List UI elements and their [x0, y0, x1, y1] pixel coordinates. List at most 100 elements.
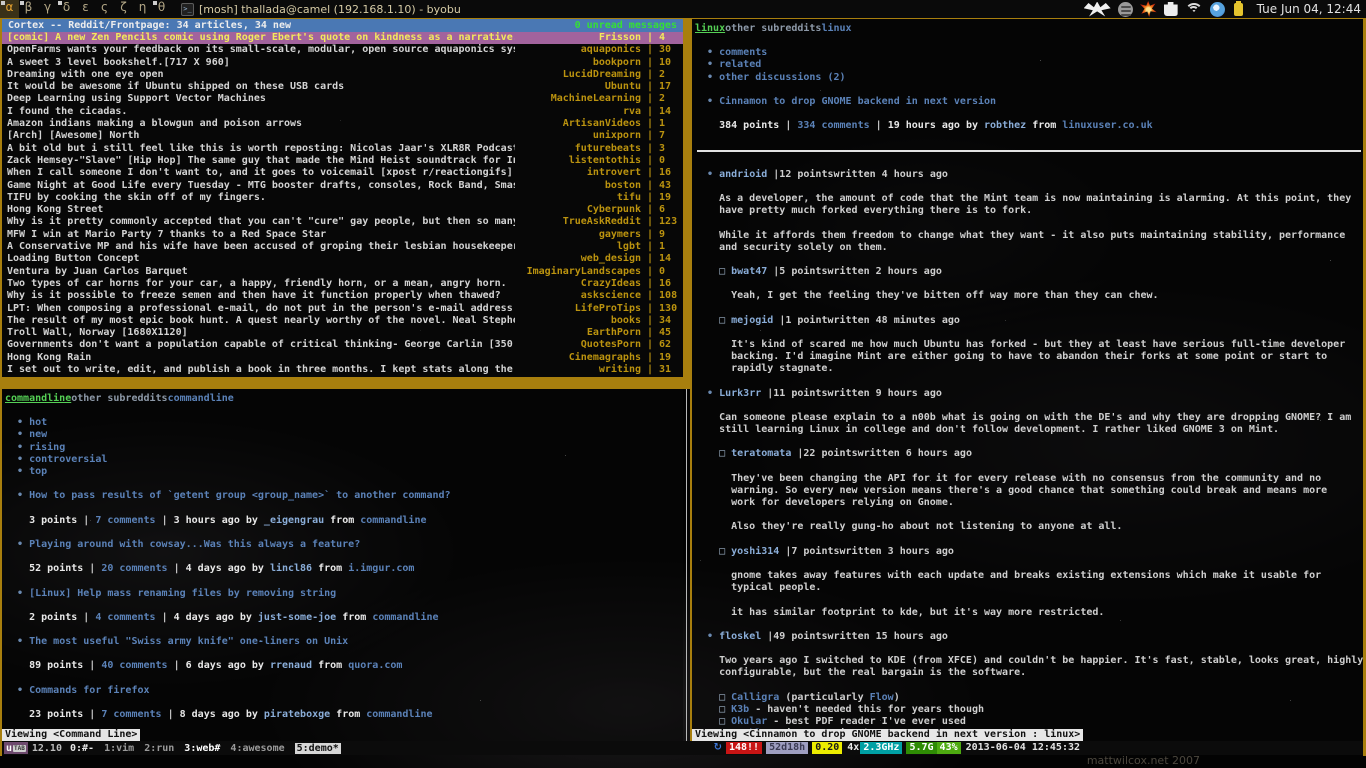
comment-author[interactable]: Lurk3rr	[719, 388, 761, 399]
post-author[interactable]: lincl86	[270, 563, 312, 574]
burst-icon[interactable]	[1140, 1, 1157, 17]
comments-link[interactable]: 20 comments	[101, 563, 167, 574]
article-row[interactable]: Game Night at Good Life every Tuesday - …	[2, 180, 683, 192]
tmux-window-1[interactable]: 1:vim	[104, 743, 134, 754]
tag-η[interactable]: η	[133, 0, 152, 18]
comment-author[interactable]: teratomata	[731, 448, 791, 459]
article-row[interactable]: Zack Hemsey-"Slave" [Hip Hop] The same g…	[2, 155, 683, 167]
bullet-icon: •	[707, 169, 719, 180]
nav-link[interactable]: comments	[719, 47, 767, 58]
post-author[interactable]: robthez	[984, 120, 1026, 131]
tag-γ[interactable]: γ	[38, 0, 57, 18]
sort-link[interactable]: controversial	[29, 454, 107, 465]
post-author[interactable]: just-some-joe	[258, 612, 336, 623]
link[interactable]: Okular	[731, 716, 767, 727]
post-title-link[interactable]: [Linux] Help mass renaming files by remo…	[29, 588, 336, 599]
comment-author[interactable]: andrioid	[719, 169, 767, 180]
comments-link[interactable]: 7 comments	[101, 709, 161, 720]
article-row[interactable]: Governments don't want a population capa…	[2, 339, 683, 351]
article-row[interactable]: It would be awesome if Ubuntu shipped on…	[2, 81, 683, 93]
nav-link[interactable]: other discussions (2)	[719, 72, 845, 83]
subreddit-link[interactable]: commandline	[168, 393, 234, 404]
tmux-window-2[interactable]: 2:run	[144, 743, 174, 754]
comment-author[interactable]: floskel	[719, 631, 761, 642]
article-row[interactable]: TIFU by cooking the skin off of my finge…	[2, 192, 683, 204]
tmux-window-0[interactable]: 0:#-	[70, 743, 94, 754]
source-link[interactable]: linuxuser.co.uk	[1062, 120, 1152, 131]
post-author[interactable]: pirateboxge	[264, 709, 330, 720]
current-subreddit-link[interactable]: commandline	[5, 393, 71, 404]
article-row[interactable]: When I call someone I don't want to, and…	[2, 167, 683, 179]
article-row[interactable]: Ventura by Juan Carlos BarquetImaginaryL…	[2, 266, 683, 278]
article-row[interactable]: [comic] A new Zen Pencils comic using Ro…	[2, 32, 683, 44]
comment-author[interactable]: mejogid	[731, 315, 773, 326]
sort-link[interactable]: top	[29, 466, 47, 477]
article-row[interactable]: LPT: When composing a professional e-mai…	[2, 303, 683, 315]
tasklist-entry[interactable]: >_ [mosh] thallada@camel (192.168.1.10) …	[181, 3, 461, 16]
comments-link[interactable]: 7 comments	[95, 515, 155, 526]
bird-icon[interactable]	[1084, 2, 1111, 17]
post-title-link[interactable]: How to pass results of `getent group <gr…	[29, 490, 450, 501]
subreddit-link[interactable]: linux	[821, 23, 851, 34]
post-author[interactable]: _eigengrau	[264, 515, 324, 526]
article-row[interactable]: The result of my most epic book hunt. A …	[2, 315, 683, 327]
article-row[interactable]: Troll Wall, Norway [1680X1120]EarthPorn|…	[2, 327, 683, 339]
text-line	[695, 594, 1363, 606]
tag-ζ[interactable]: ζ	[114, 0, 133, 18]
post-title-link[interactable]: Playing around with cowsay...Was this al…	[29, 539, 360, 550]
tag-β[interactable]: β	[19, 0, 38, 18]
sort-link[interactable]: new	[29, 429, 47, 440]
wifi-icon[interactable]	[1185, 3, 1203, 16]
article-row[interactable]: Why is it possible to freeze semen and t…	[2, 290, 683, 302]
comment-author[interactable]: yoshi314	[731, 546, 779, 557]
comments-link[interactable]: 40 comments	[101, 660, 167, 671]
source-link[interactable]: commandline	[360, 515, 426, 526]
browser-icon[interactable]	[1210, 2, 1225, 17]
shape-icon[interactable]	[1164, 2, 1178, 16]
article-row[interactable]: Dreaming with one eye openLucidDreaming|…	[2, 69, 683, 81]
link[interactable]: K3b	[731, 704, 749, 715]
source-link[interactable]: commandline	[372, 612, 438, 623]
link[interactable]: Flow	[870, 692, 894, 703]
nav-link[interactable]: related	[719, 59, 761, 70]
article-row[interactable]: I found the cicadas.rva| 14	[2, 106, 683, 118]
source-link[interactable]: commandline	[366, 709, 432, 720]
link[interactable]: Calligra	[731, 692, 779, 703]
article-row[interactable]: Loading Button Conceptweb_design| 14	[2, 253, 683, 265]
tag-ε[interactable]: ε	[76, 0, 95, 18]
tmux-window-3[interactable]: 3:web#	[184, 743, 220, 754]
article-row[interactable]: A sweet 3 level bookshelf.[717 X 960]boo…	[2, 57, 683, 69]
article-row[interactable]: Hong Kong StreetCyberpunk| 6	[2, 204, 683, 216]
comments-link[interactable]: 4 comments	[95, 612, 155, 623]
current-subreddit-link[interactable]: linux	[695, 23, 725, 34]
tag-δ[interactable]: δ	[57, 0, 76, 18]
article-row[interactable]: Deep Learning using Support Vector Machi…	[2, 93, 683, 105]
article-row[interactable]: Amazon indians making a blowgun and pois…	[2, 118, 683, 130]
source-link[interactable]: i.imgur.com	[348, 563, 414, 574]
article-row[interactable]: Hong Kong RainCinemagraphs| 19	[2, 352, 683, 364]
post-title-link[interactable]: The most useful "Swiss army knife" one-l…	[29, 636, 348, 647]
article-row[interactable]: A bit old but i still feel like this is …	[2, 143, 683, 155]
article-row[interactable]: I set out to write, edit, and publish a …	[2, 364, 683, 376]
tag-α[interactable]: α	[0, 0, 19, 18]
tag-θ[interactable]: θ	[152, 0, 171, 18]
post-title-link[interactable]: Commands for firefox	[29, 685, 149, 696]
comment-author[interactable]: bwat47	[731, 266, 767, 277]
tmux-window-5[interactable]: 5:demo*	[295, 743, 341, 754]
source-link[interactable]: quora.com	[348, 660, 402, 671]
post-author[interactable]: rrenaud	[270, 660, 312, 671]
article-row[interactable]: Two types of car horns for your car, a h…	[2, 278, 683, 290]
article-row[interactable]: Why is it pretty commonly accepted that …	[2, 216, 683, 228]
article-row[interactable]: [Arch] [Awesome] Northunixporn| 7	[2, 130, 683, 142]
sort-link[interactable]: hot	[29, 417, 47, 428]
post-title-link[interactable]: Cinnamon to drop GNOME backend in next v…	[719, 96, 996, 107]
battery-icon[interactable]	[1234, 3, 1243, 16]
article-row[interactable]: MFW I win at Mario Party 7 thanks to a R…	[2, 229, 683, 241]
sort-link[interactable]: rising	[29, 442, 65, 453]
tmux-window-4[interactable]: 4:awesome	[230, 743, 284, 754]
tag-ς[interactable]: ς	[95, 0, 114, 18]
article-row[interactable]: OpenFarms wants your feedback on its sma…	[2, 44, 683, 56]
article-row[interactable]: A Conservative MP and his wife have been…	[2, 241, 683, 253]
comments-link[interactable]: 334 comments	[797, 120, 869, 131]
spotify-icon[interactable]	[1118, 2, 1133, 17]
